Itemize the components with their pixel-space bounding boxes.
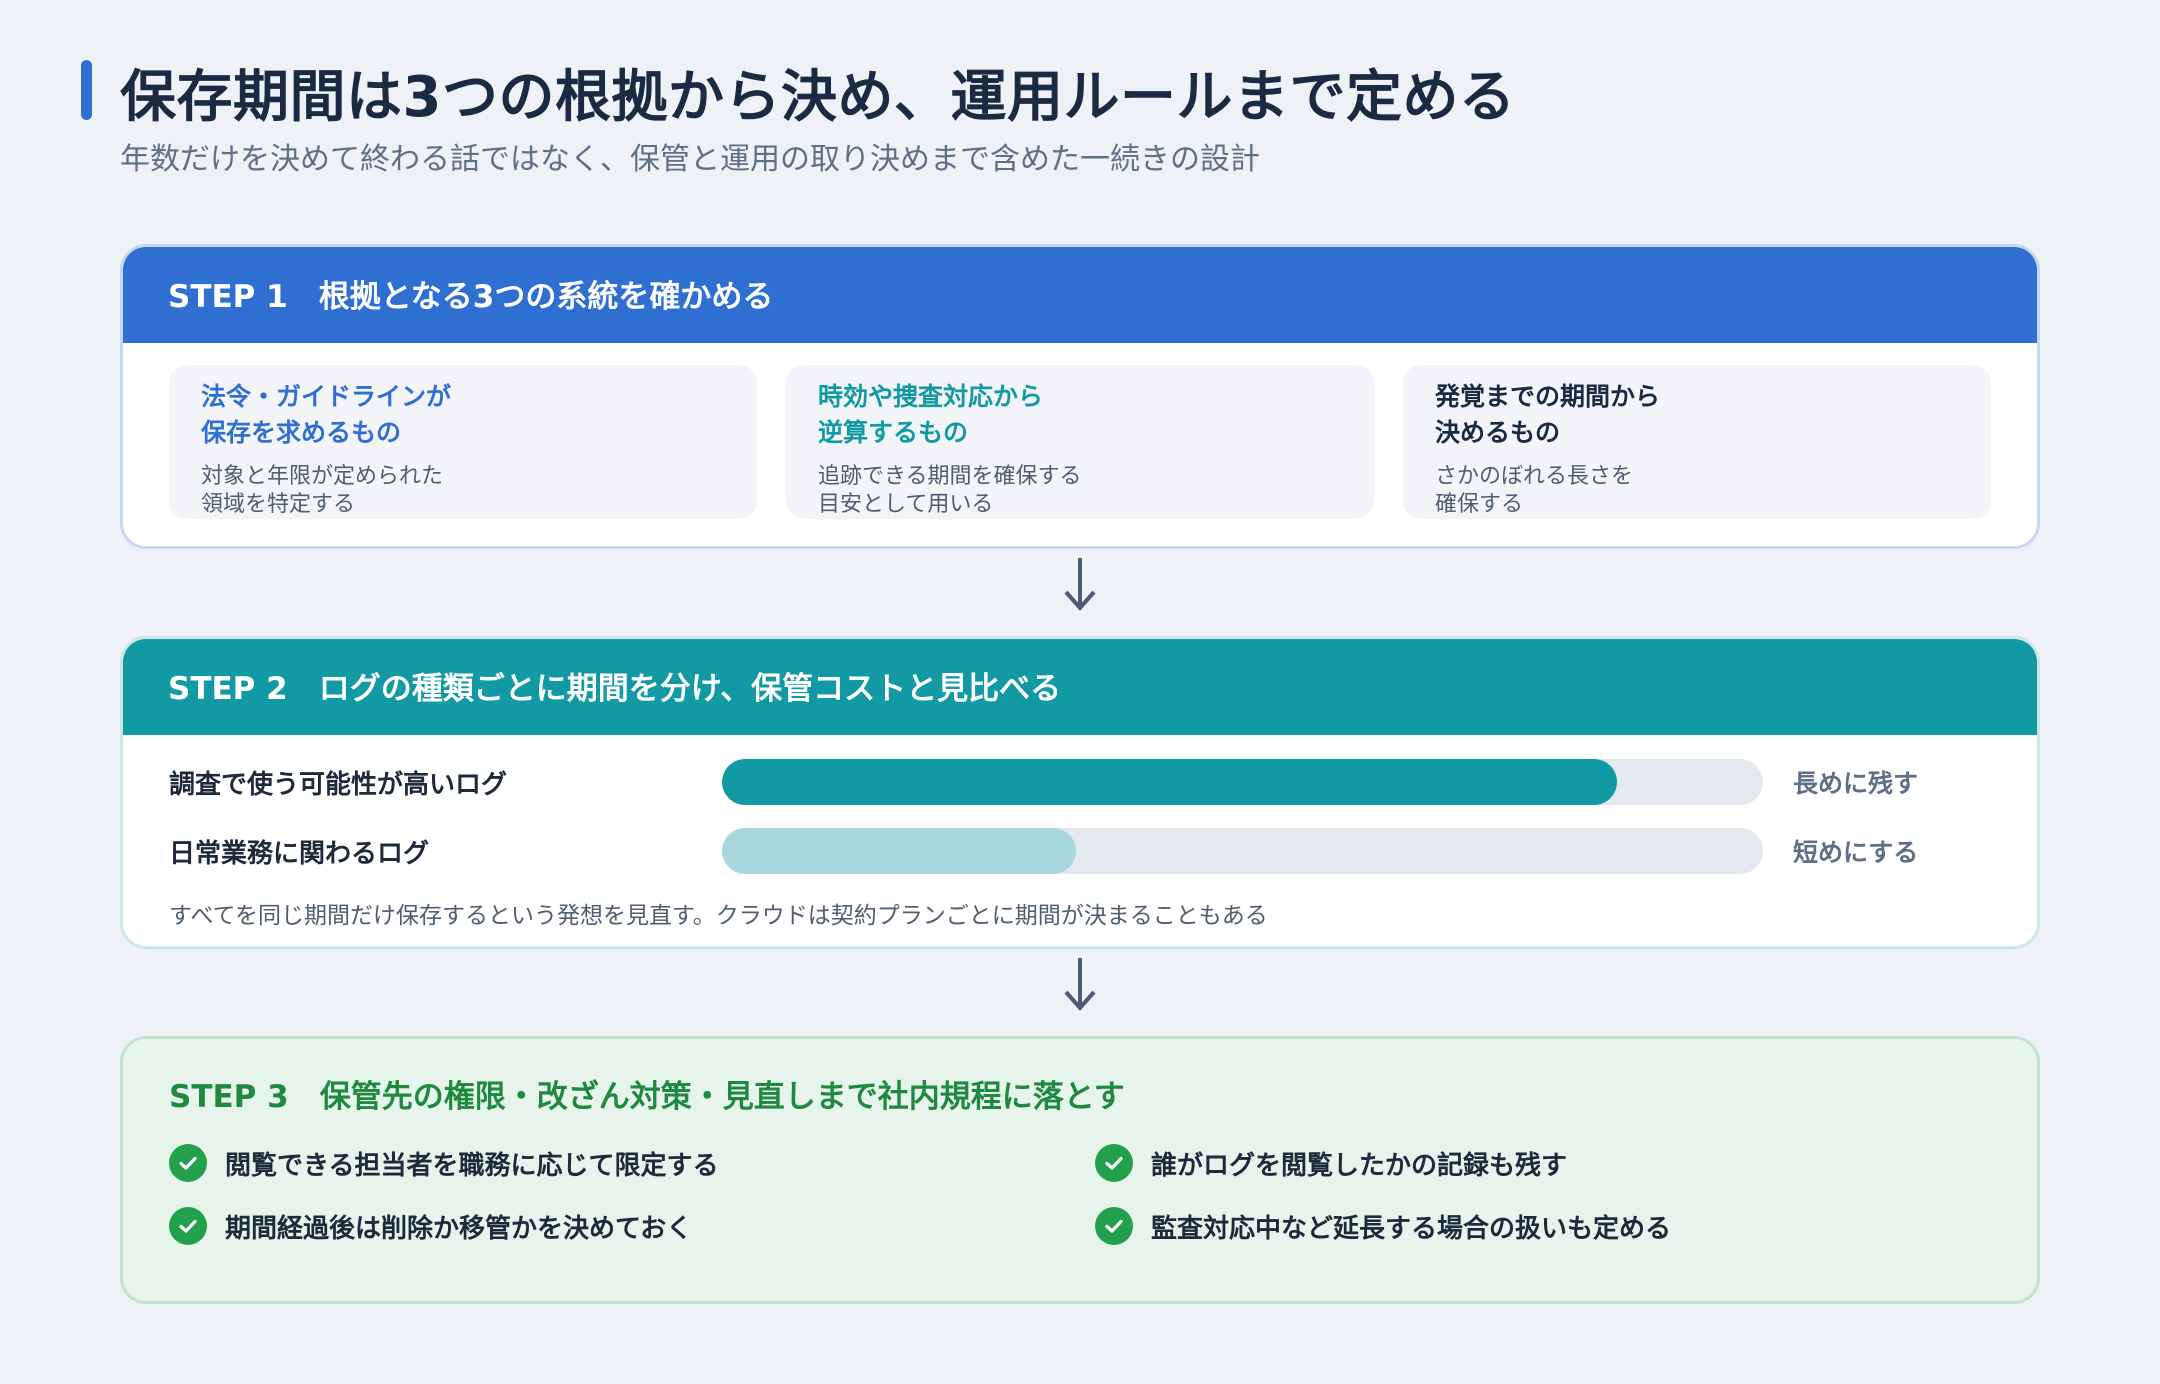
step1-sources: 法令・ガイドラインが 保存を求めるもの 対象と年限が定められた 領域を特定する … (169, 365, 1991, 519)
checklist-item: 監査対応中など延長する場合の扱いも定める (1095, 1207, 1671, 1245)
step2-heading: STEP 2 ログの種類ごとに期間を分け、保管コストと見比べる (123, 639, 2037, 735)
retention-bar-track (722, 828, 1763, 874)
checklist-text: 閲覧できる担当者を職務に応じて限定する (225, 1150, 719, 1181)
step2-note: すべてを同じ期間だけ保存するという発想を見直す。クラウドは契約プランごとに期間が… (169, 903, 1268, 929)
retention-row-label: 日常業務に関わるログ (169, 838, 430, 869)
down-arrow-icon (1064, 558, 1096, 612)
source-desc: 追跡できる期間を確保する 目安として用いる (818, 464, 1082, 517)
check-icon (169, 1207, 207, 1245)
checklist-item: 閲覧できる担当者を職務に応じて限定する (169, 1144, 718, 1182)
retention-row-daily: 日常業務に関わるログ 短めにする (169, 828, 2029, 874)
checklist-text: 誰がログを閲覧したかの記録も残す (1151, 1150, 1568, 1181)
retention-bar-fill (722, 759, 1618, 805)
retention-row-note: 長めに残す (1793, 769, 1919, 798)
retention-row-investigation: 調査で使う可能性が高いログ 長めに残す (169, 759, 2029, 805)
source-title: 発覚までの期間から 決めるもの (1435, 382, 1661, 447)
step1-heading: STEP 1 根拠となる3つの系統を確かめる (123, 247, 2037, 343)
step2-card: STEP 2 ログの種類ごとに期間を分け、保管コストと見比べる 調査で使う可能性… (120, 636, 2040, 949)
checklist-item: 誰がログを閲覧したかの記録も残す (1095, 1144, 1567, 1182)
step3-card: STEP 3 保管先の権限・改ざん対策・見直しまで社内規程に落とす 閲覧できる担… (120, 1036, 2040, 1304)
source-box-law: 法令・ガイドラインが 保存を求めるもの 対象と年限が定められた 領域を特定する (169, 365, 757, 519)
source-title: 時効や捜査対応から 逆算するもの (818, 382, 1044, 447)
retention-bar-fill (722, 828, 1076, 874)
step1-card: STEP 1 根拠となる3つの系統を確かめる 法令・ガイドラインが 保存を求める… (120, 244, 2040, 549)
title-accent-bar (81, 60, 92, 120)
checklist-text: 監査対応中など延長する場合の扱いも定める (1151, 1213, 1672, 1244)
page-subtitle: 年数だけを決めて終わる話ではなく、保管と運用の取り決めまで含めた一続きの設計 (120, 142, 1260, 177)
source-desc: 対象と年限が定められた 領域を特定する (201, 464, 444, 517)
checklist-text: 期間経過後は削除か移管かを決めておく (225, 1213, 693, 1244)
check-icon (1095, 1144, 1133, 1182)
step3-heading: STEP 3 保管先の権限・改ざん対策・見直しまで社内規程に落とす (169, 1079, 1125, 1115)
source-box-discovery: 発覚までの期間から 決めるもの さかのぼれる長さを 確保する (1403, 365, 1991, 519)
source-box-statute: 時効や捜査対応から 逆算するもの 追跡できる期間を確保する 目安として用いる (786, 365, 1374, 519)
retention-row-label: 調査で使う可能性が高いログ (169, 769, 508, 800)
source-desc: さかのぼれる長さを 確保する (1435, 464, 1634, 517)
check-icon (169, 1144, 207, 1182)
retention-row-note: 短めにする (1793, 838, 1919, 867)
page-title: 保存期間は3つの根拠から決め、運用ルールまで定める (120, 65, 1516, 130)
checklist-item: 期間経過後は削除か移管かを決めておく (169, 1207, 692, 1245)
source-title: 法令・ガイドラインが 保存を求めるもの (201, 382, 452, 447)
infographic-page: 保存期間は3つの根拠から決め、運用ルールまで定める 年数だけを決めて終わる話では… (0, 0, 2160, 1384)
retention-bar-track (722, 759, 1763, 805)
down-arrow-icon (1064, 958, 1096, 1012)
check-icon (1095, 1207, 1133, 1245)
